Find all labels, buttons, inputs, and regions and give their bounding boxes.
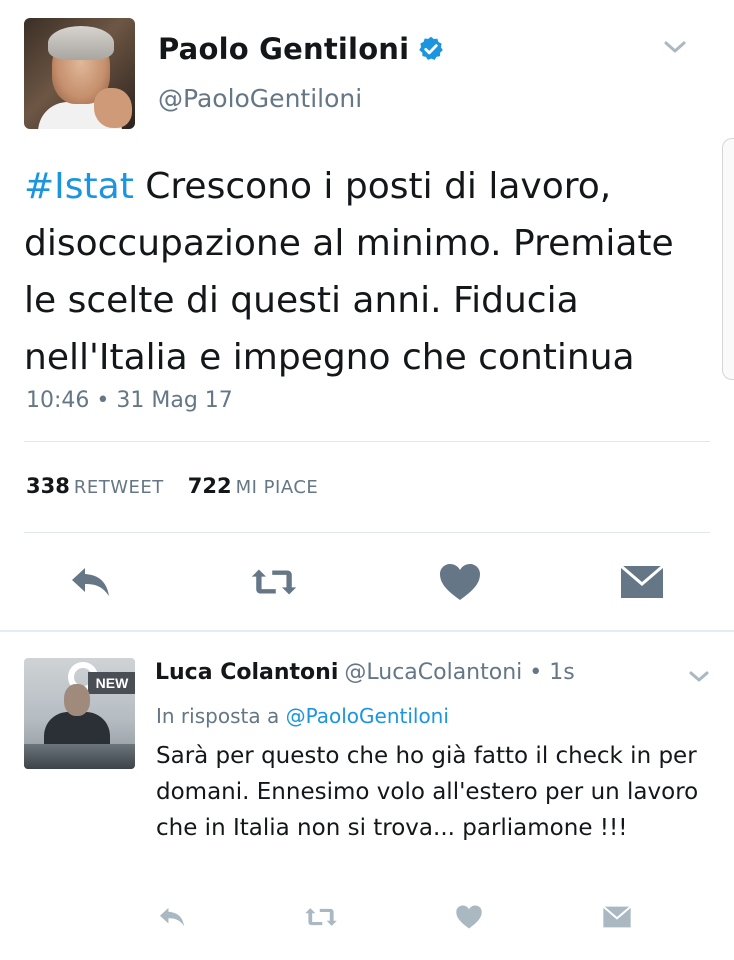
like-button[interactable] bbox=[436, 560, 484, 604]
tweet-stats: 338 RETWEET 722 MI PIACE bbox=[26, 474, 318, 498]
in-reply-to: In risposta a @PaoloGentiloni bbox=[156, 704, 449, 728]
like-button[interactable] bbox=[452, 902, 486, 932]
retweet-label: RETWEET bbox=[73, 477, 164, 498]
tweet-text: #Istat Crescono i posti di lavoro, disoc… bbox=[24, 158, 704, 386]
retweet-button[interactable] bbox=[304, 902, 338, 932]
reply-author-name[interactable]: Luca Colantoni bbox=[155, 660, 338, 685]
avatar-hair bbox=[48, 26, 114, 60]
reply-text: Sarà per questo che ho già fatto il chec… bbox=[156, 743, 699, 841]
reply-icon bbox=[72, 568, 109, 596]
author-handle[interactable]: @PaoloGentiloni bbox=[158, 84, 362, 113]
in-reply-prefix: In risposta a bbox=[156, 704, 286, 728]
retweet-stat[interactable]: 338 RETWEET bbox=[26, 474, 164, 498]
reply-icon bbox=[159, 907, 185, 927]
retweet-count: 338 bbox=[26, 474, 70, 498]
retweet-button[interactable] bbox=[250, 560, 298, 604]
message-button[interactable] bbox=[618, 560, 666, 604]
reply-button[interactable] bbox=[156, 902, 190, 932]
divider bbox=[24, 532, 710, 533]
reply-tweet: NEW Luca Colantoni @LucaColantoni • 1s In… bbox=[0, 632, 734, 960]
reply-author-handle[interactable]: @LucaColantoni bbox=[344, 660, 522, 685]
reply-button[interactable] bbox=[68, 560, 116, 604]
divider bbox=[24, 441, 710, 442]
in-reply-to-link[interactable]: @PaoloGentiloni bbox=[286, 704, 449, 728]
verified-badge-icon bbox=[419, 36, 444, 60]
message-button[interactable] bbox=[600, 902, 634, 932]
avatar-desk bbox=[24, 744, 135, 769]
chevron-down-icon[interactable] bbox=[686, 668, 712, 686]
avatar-head bbox=[64, 684, 90, 716]
retweet-icon bbox=[251, 569, 297, 595]
reply-time[interactable]: • 1s bbox=[522, 660, 574, 685]
author-name-row[interactable]: Paolo Gentiloni bbox=[158, 32, 445, 66]
avatar-news-badge: NEW bbox=[88, 672, 135, 694]
like-stat[interactable]: 722 MI PIACE bbox=[188, 474, 319, 498]
author-avatar[interactable] bbox=[24, 18, 135, 129]
envelope-icon bbox=[620, 564, 664, 598]
envelope-icon bbox=[602, 905, 632, 928]
heart-icon bbox=[456, 905, 482, 929]
scroll-handle[interactable] bbox=[722, 138, 734, 380]
like-count: 722 bbox=[187, 474, 232, 498]
reply-avatar[interactable]: NEW bbox=[24, 658, 135, 769]
author-name[interactable]: Paolo Gentiloni bbox=[158, 32, 409, 66]
like-label: MI PIACE bbox=[235, 477, 319, 498]
chevron-down-icon[interactable] bbox=[660, 36, 690, 58]
main-tweet: Paolo Gentiloni @PaoloGentiloni #Istat C… bbox=[0, 0, 734, 630]
hashtag-link[interactable]: #Istat bbox=[24, 166, 134, 207]
tweet-timestamp[interactable]: 10:46 • 31 Mag 17 bbox=[26, 388, 233, 413]
reply-header: Luca Colantoni @LucaColantoni • 1s bbox=[155, 660, 575, 685]
retweet-icon bbox=[305, 908, 337, 926]
heart-icon bbox=[440, 564, 480, 600]
avatar-hand bbox=[94, 88, 132, 128]
